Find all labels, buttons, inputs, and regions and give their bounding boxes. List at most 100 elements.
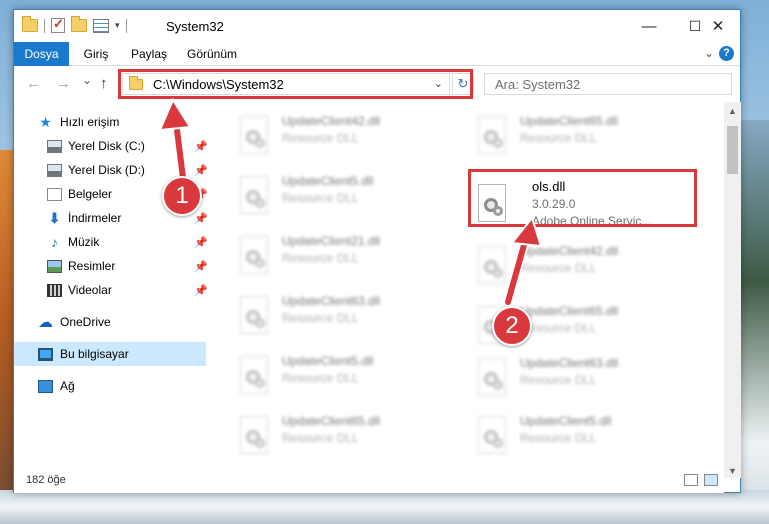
file-description: Resource DLL <box>520 431 597 445</box>
toolbar-divider <box>125 18 127 33</box>
folder-icon <box>22 16 38 32</box>
file-description: Resource DLL <box>520 373 597 387</box>
close-button[interactable]: ✕ <box>695 10 741 42</box>
sidebar-item-label: OneDrive <box>60 315 111 329</box>
sidebar-item-music[interactable]: ♪ Müzik 📌 <box>14 230 208 254</box>
qat-dropdown-icon[interactable]: ▾ <box>115 20 120 31</box>
file-tile[interactable]: UpdateClient65.dll Resource DLL <box>236 410 466 466</box>
desktop-background-bottom <box>0 490 769 524</box>
tiles-view-icon[interactable] <box>704 474 718 486</box>
file-name: UpdateClient65.dll <box>282 414 381 428</box>
file-name: UpdateClient42.dll <box>282 114 381 128</box>
pin-icon[interactable]: 📌 <box>194 284 208 297</box>
pin-icon[interactable]: 📌 <box>194 212 208 225</box>
sidebar-item-label: Yerel Disk (D:) <box>68 163 145 177</box>
vertical-scrollbar[interactable]: ▲ ▼ <box>724 102 741 478</box>
file-tile[interactable]: UpdateClient42.dll Resource DLL <box>236 110 466 166</box>
file-name: UpdateClient63.dll <box>282 294 381 308</box>
navigation-pane: ★ Hızlı erişim Yerel Disk (C:) 📌 Yerel D… <box>14 102 210 468</box>
sidebar-item-this-pc[interactable]: Bu bilgisayar <box>14 342 206 366</box>
file-description: Resource DLL <box>520 131 597 145</box>
tab-home[interactable]: Giriş <box>76 42 116 66</box>
file-tile[interactable]: UpdateClient65.dll Resource DLL <box>474 110 704 166</box>
details-view-icon[interactable] <box>684 474 698 486</box>
properties-check-icon[interactable] <box>51 16 65 33</box>
file-tile[interactable]: UpdateClient63.dll Resource DLL <box>474 352 704 408</box>
recent-locations-icon[interactable]: ⌄ <box>82 73 92 87</box>
file-highlight-box <box>468 169 697 227</box>
file-list: UpdateClient42.dll Resource DLL UpdateCl… <box>210 102 724 468</box>
dll-file-icon <box>236 356 270 394</box>
back-button[interactable]: ← <box>26 75 41 92</box>
dll-file-icon <box>474 358 508 396</box>
sidebar-item-pictures[interactable]: Resimler 📌 <box>14 254 208 278</box>
sidebar-item-label: Belgeler <box>68 187 113 201</box>
address-highlight-box <box>118 69 473 99</box>
scrollbar-thumb[interactable] <box>727 126 738 174</box>
file-tile[interactable]: UpdateClient5.dll Resource DLL <box>474 410 704 466</box>
file-name: UpdateClient5.dll <box>282 174 374 188</box>
forward-button[interactable]: → <box>56 75 71 92</box>
step-2-badge: 2 <box>492 306 532 346</box>
sidebar-item-network[interactable]: Ağ <box>14 374 206 398</box>
help-icon[interactable]: ? <box>719 46 734 61</box>
sidebar-item-videos[interactable]: Videolar 📌 <box>14 278 208 302</box>
new-folder-icon[interactable] <box>71 16 87 32</box>
file-description: Resource DLL <box>282 251 359 265</box>
file-name: UpdateClient63.dll <box>520 356 619 370</box>
pictures-icon <box>47 259 62 273</box>
search-input[interactable]: Ara: System32 <box>484 73 732 95</box>
dll-file-icon <box>474 416 508 454</box>
disk-icon <box>47 139 62 153</box>
file-name: UpdateClient5.dll <box>282 354 374 368</box>
pin-icon[interactable]: 📌 <box>194 140 208 153</box>
network-icon <box>38 379 53 393</box>
quick-access-toolbar: ▾ <box>22 16 127 33</box>
file-name: UpdateClient65.dll <box>520 114 619 128</box>
sidebar-item-label: Ağ <box>60 379 75 393</box>
sidebar-item-label: İndirmeler <box>68 211 122 225</box>
dll-file-icon <box>236 116 270 154</box>
disk-icon <box>47 163 62 177</box>
customize-icon[interactable] <box>93 18 109 33</box>
file-tile[interactable]: UpdateClient21.dll Resource DLL <box>236 230 466 286</box>
tab-view[interactable]: Görünüm <box>182 42 242 66</box>
pin-icon[interactable]: 📌 <box>194 260 208 273</box>
download-icon: ⬇ <box>48 209 61 226</box>
sidebar-item-label: Müzik <box>68 235 100 249</box>
scroll-up-arrow-icon[interactable]: ▲ <box>728 106 737 116</box>
sidebar-item-onedrive[interactable]: ☁ OneDrive <box>14 310 206 334</box>
minimize-button[interactable]: — <box>626 10 672 42</box>
dll-file-icon <box>474 246 508 284</box>
file-tile[interactable]: UpdateClient5.dll Resource DLL <box>236 350 466 406</box>
file-name: UpdateClient42.dll <box>520 244 619 258</box>
sidebar-item-disk-c[interactable]: Yerel Disk (C:) 📌 <box>14 134 208 158</box>
file-name: UpdateClient65.dll <box>520 304 619 318</box>
computer-icon <box>38 347 53 361</box>
sidebar-item-label: Bu bilgisayar <box>60 347 129 361</box>
dll-file-icon <box>236 236 270 274</box>
pin-icon[interactable]: 📌 <box>194 236 208 249</box>
ribbon-expand-icon[interactable]: ⌄ <box>704 46 714 60</box>
tab-file[interactable]: Dosya <box>14 42 69 66</box>
ribbon-tabs: Dosya Giriş Paylaş Görünüm ⌄ ? <box>14 42 740 66</box>
file-tile[interactable]: UpdateClient42.dll Resource DLL <box>474 240 704 296</box>
file-description: Resource DLL <box>282 131 359 145</box>
file-description: Resource DLL <box>282 191 359 205</box>
desktop-background-right <box>739 120 769 524</box>
dll-file-icon <box>236 176 270 214</box>
tab-share[interactable]: Paylaş <box>124 42 174 66</box>
cloud-icon: ☁ <box>38 313 53 331</box>
up-button[interactable]: ↑ <box>100 75 108 92</box>
file-description: Resource DLL <box>282 311 359 325</box>
scroll-down-arrow-icon[interactable]: ▼ <box>728 466 737 476</box>
title-bar: ▾ System32 — ☐ ✕ <box>14 10 740 42</box>
file-tile[interactable]: UpdateClient5.dll Resource DLL <box>236 170 466 226</box>
search-placeholder: Ara: System32 <box>495 77 581 92</box>
pin-icon[interactable]: 📌 <box>194 164 208 177</box>
sidebar-item-quick-access[interactable]: ★ Hızlı erişim <box>14 110 206 134</box>
file-description: Resource DLL <box>520 261 597 275</box>
file-name: UpdateClient5.dll <box>520 414 612 428</box>
file-tile[interactable]: UpdateClient63.dll Resource DLL <box>236 290 466 346</box>
sidebar-item-label: Yerel Disk (C:) <box>68 139 145 153</box>
